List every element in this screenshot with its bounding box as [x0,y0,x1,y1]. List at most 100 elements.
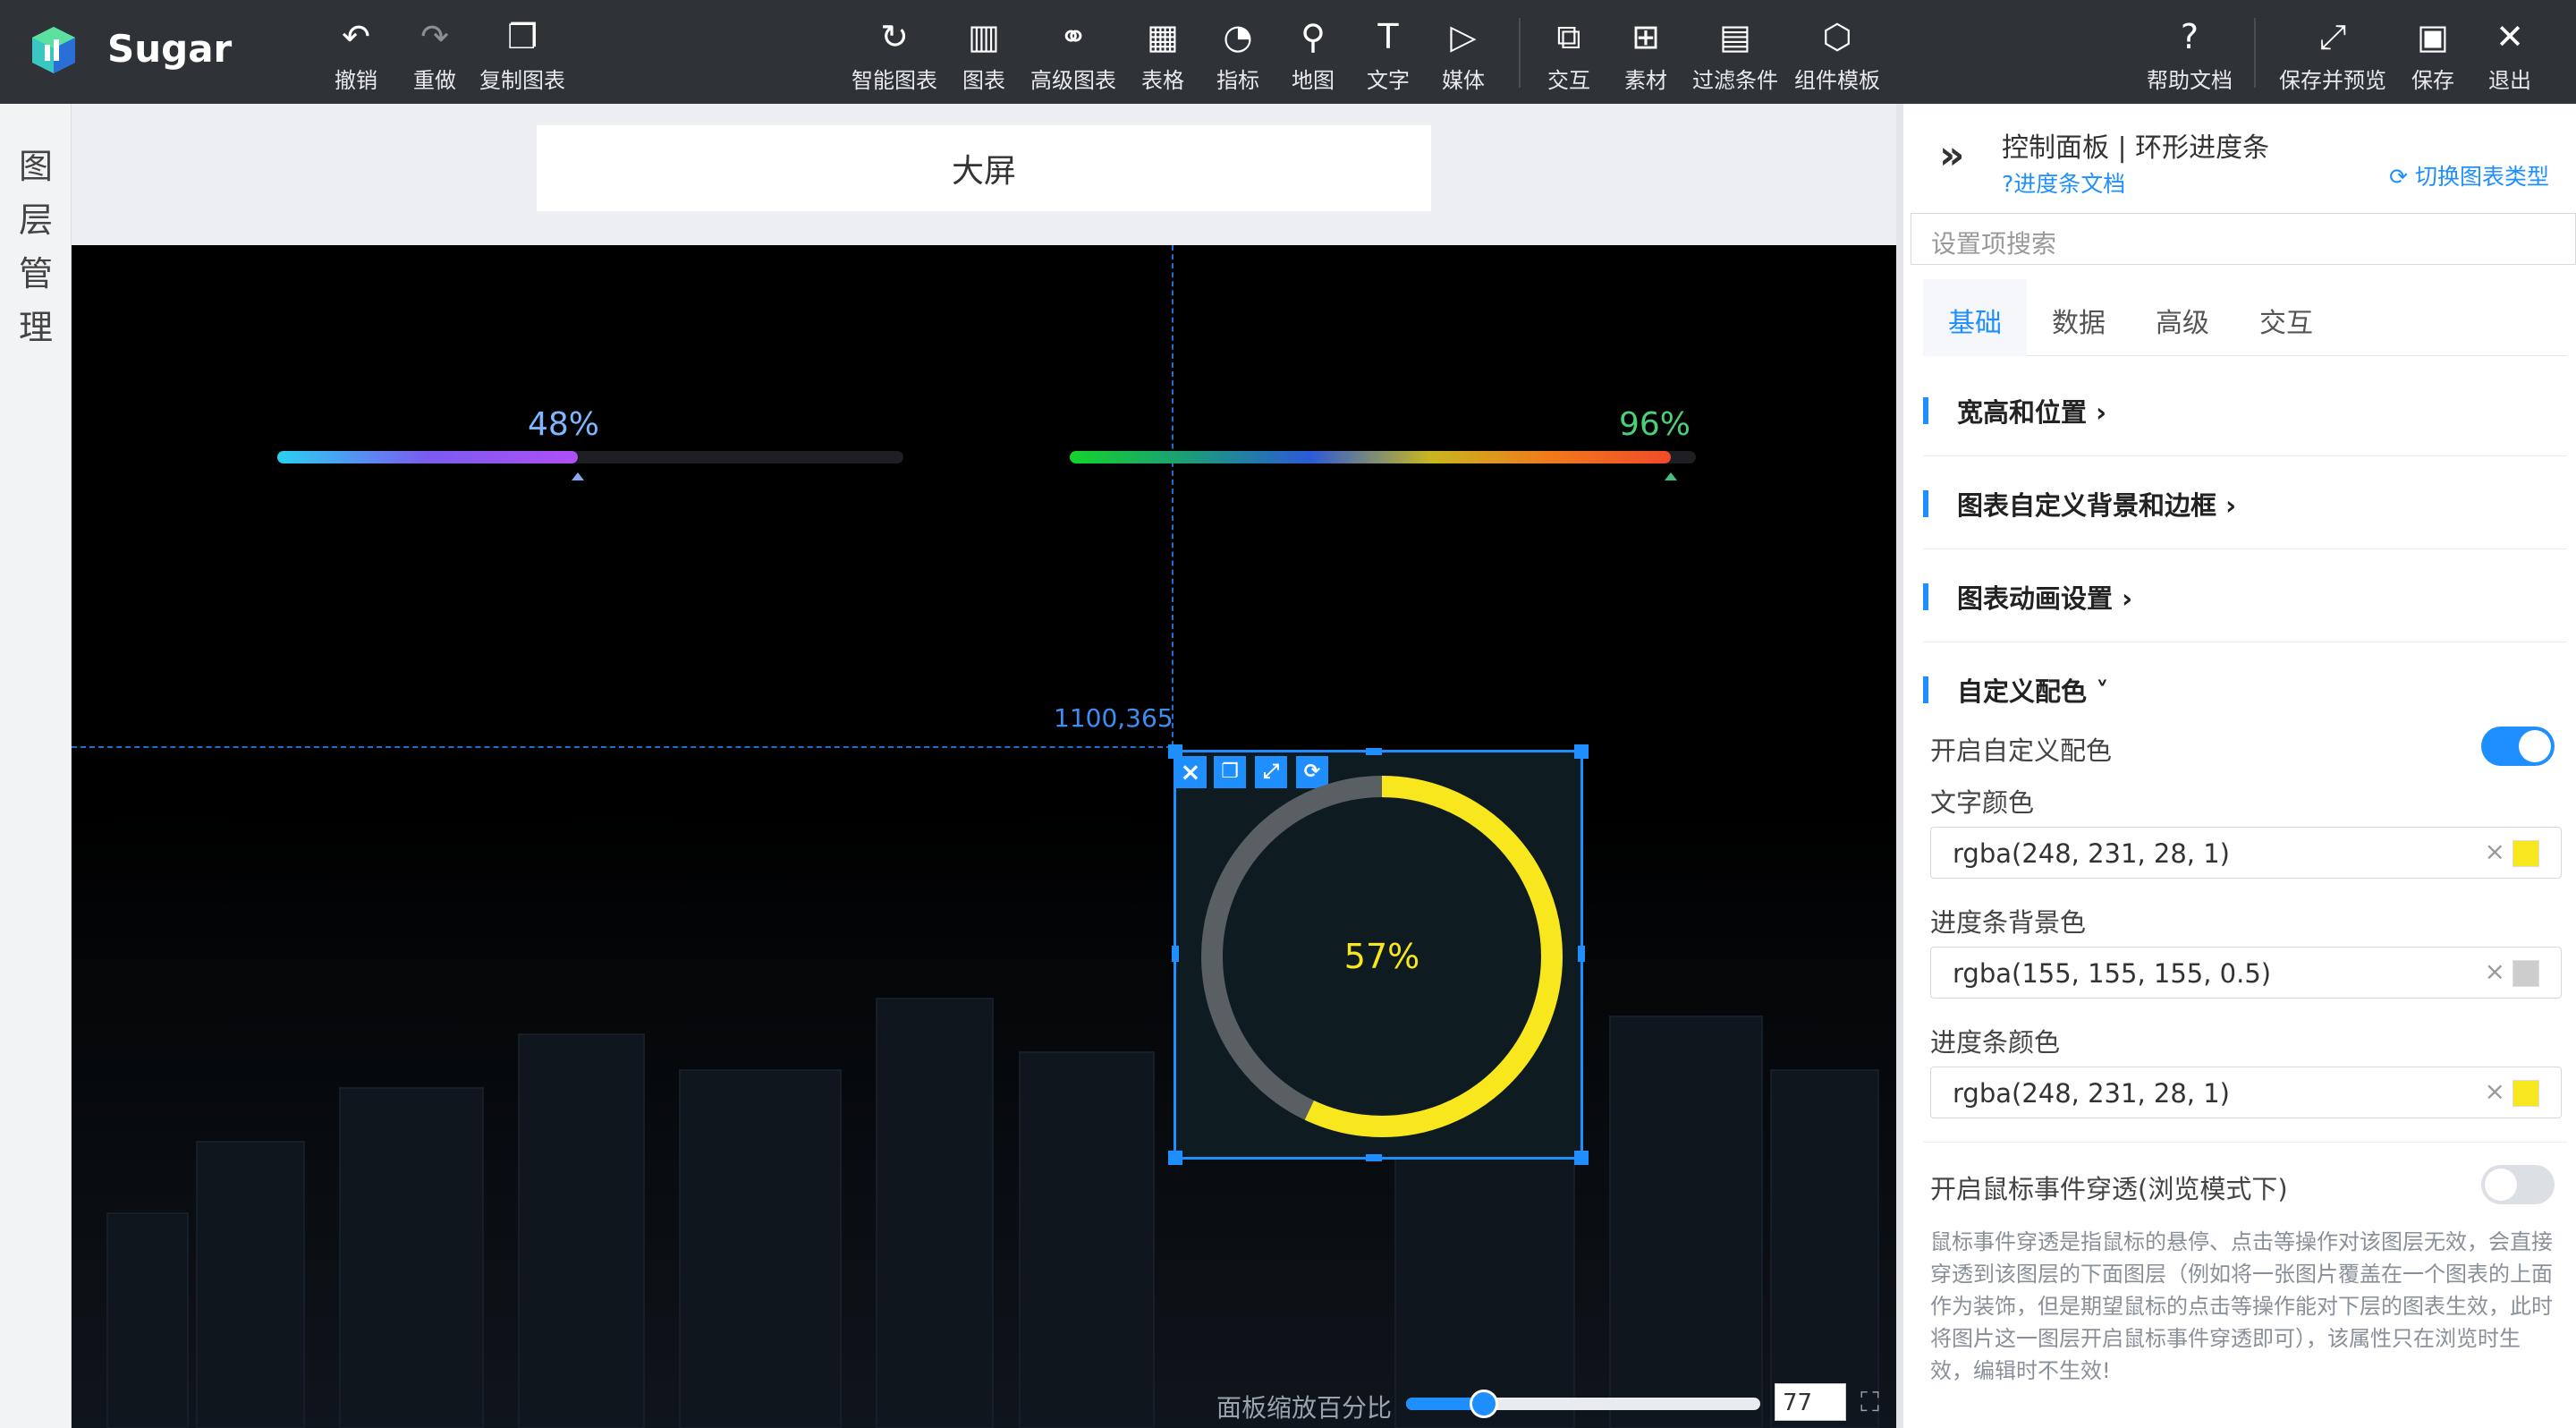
toolbar-divider [1519,18,1521,88]
undo-button[interactable]: ↶ 撤销 [335,14,377,94]
bar-chart-icon: ▥ [968,17,1000,56]
mouse-through-toggle[interactable] [2481,1165,2555,1204]
text-button[interactable]: T 文字 [1367,14,1410,94]
bar-bg-color-input[interactable]: rgba(155, 155, 155, 0.5) × [1930,947,2562,999]
city-background-image [72,802,1896,1428]
zoom-slider-knob[interactable] [1470,1390,1499,1418]
table-button[interactable]: ▦ 表格 [1141,14,1184,94]
color-swatch[interactable] [2512,960,2539,987]
resize-handle[interactable] [1366,748,1382,755]
text-color-input[interactable]: rgba(248, 231, 28, 1) × [1930,827,2562,879]
tab-interaction[interactable]: 交互 [2234,279,2338,356]
clear-icon[interactable]: × [2485,956,2505,986]
layer-management-label: 图层管理 [18,147,53,347]
interaction-button[interactable]: ⧉ 交互 [1547,14,1590,94]
copy-chart-label: 复制图表 [479,68,565,93]
switch-chart-type-link[interactable]: ⟳ 切换图表类型 [2389,159,2549,191]
component-template-button[interactable]: ⬡ 组件模板 [1794,14,1880,94]
save-button[interactable]: ▣ 保存 [2411,14,2454,94]
advanced-chart-button[interactable]: ⚭ 高级图表 [1030,14,1116,94]
progress-bar-1-label: 48% [528,406,600,443]
advanced-chart-icon: ⚭ [1059,17,1088,56]
section-animation[interactable]: 图表动画设置 › [1923,549,2567,642]
resize-handle[interactable] [1574,1151,1589,1165]
clear-icon[interactable]: × [2485,1076,2505,1106]
copy-icon: ❐ [506,17,538,56]
redo-button[interactable]: ↷ 重做 [413,14,456,94]
resize-handle[interactable] [1574,744,1589,759]
toggle-knob [2519,730,2551,762]
exit-button[interactable]: ✕ 退出 [2488,14,2531,94]
collapse-panel-icon[interactable]: » [1939,132,1964,178]
zoom-label: 面板缩放百分比 [1216,1393,1393,1423]
chart-button[interactable]: ▥ 图表 [962,14,1005,94]
progress-bar-1-fill [277,451,578,463]
mouse-through-label: 开启鼠标事件穿透(浏览模式下) [1930,1174,2288,1204]
copy-chart-button[interactable]: ❐ 复制图表 [479,14,565,94]
settings-search-input[interactable]: 设置项搜索 [1911,213,2576,265]
text-color-label: 文字颜色 [1930,787,2035,818]
dashboard-canvas[interactable]: 1100,365 48% 96% × ❐ ⤢ ⟳ 57% [72,245,1896,1428]
save-label: 保存 [2411,68,2454,93]
section-background-border[interactable]: 图表自定义背景和边框 › [1923,456,2567,549]
help-doc-button[interactable]: ? 帮助文档 [2147,14,2233,94]
editor-stage: 大屏 1100,365 48% 96% × ❐ ⤢ ⟳ 57% 面板缩放百分比 … [72,104,1896,1428]
progress-bar-1[interactable] [277,451,903,463]
section-custom-colors[interactable]: 自定义配色 ˅ [1923,642,2567,735]
smart-chart-button[interactable]: ↻ 智能图表 [852,14,937,94]
vertical-guide-line [1172,245,1174,746]
mouse-through-description: 鼠标事件穿透是指鼠标的悬停、点击等操作对该图层无效，会直接穿透到该图层的下面图层… [1930,1229,2553,1383]
color-swatch[interactable] [2512,1080,2539,1107]
section-title: 图表动画设置 › [1957,583,2133,614]
bar-color-input[interactable]: rgba(248, 231, 28, 1) × [1930,1067,2562,1118]
gauge-icon: ◔ [1223,17,1253,56]
coordinate-readout: 1100,365 [1054,703,1174,733]
resize-handle[interactable] [1366,1154,1382,1161]
map-label: 地图 [1292,68,1335,93]
filter-button[interactable]: ▤ 过滤条件 [1692,14,1778,94]
progress-bar-2[interactable] [1070,451,1696,463]
section-marker [1923,583,1928,610]
toolbar-divider [2254,18,2256,88]
bar-bg-color-value: rgba(155, 155, 155, 0.5) [1953,958,2272,989]
tab-advanced[interactable]: 高级 [2131,279,2234,356]
redo-icon: ↷ [420,17,449,56]
tab-data[interactable]: 数据 [2027,279,2131,356]
interaction-icon: ⧉ [1556,17,1581,56]
layer-management-rail[interactable]: 图层管理 [0,104,72,1428]
tab-basic[interactable]: 基础 [1923,279,2027,356]
indicator-label: 指标 [1216,68,1259,93]
ring-progress-widget[interactable]: × ❐ ⤢ ⟳ 57% [1168,744,1589,1165]
clear-icon[interactable]: × [2485,837,2505,866]
map-button[interactable]: ⚲ 地图 [1292,14,1335,94]
cube-icon: ⬡ [1822,17,1852,56]
media-button[interactable]: ▷ 媒体 [1442,14,1485,94]
fullscreen-icon[interactable]: ⛶ [1860,1387,1879,1418]
resize-handle[interactable] [1168,744,1182,759]
table-label: 表格 [1141,68,1184,93]
chart-label: 图表 [962,68,1005,93]
toggle-knob [2485,1169,2517,1201]
material-button[interactable]: ⊞ 素材 [1624,14,1667,94]
zoom-slider[interactable] [1406,1390,1760,1418]
dashboard-title[interactable]: 大屏 [537,125,1431,211]
resize-handle[interactable] [1578,946,1585,962]
resize-handle[interactable] [1172,946,1179,962]
advanced-chart-label: 高级图表 [1030,68,1116,93]
section-size-position[interactable]: 宽高和位置 › [1923,363,2567,456]
map-pin-icon: ⚲ [1301,17,1326,56]
section-title: 自定义配色 ˅ [1957,676,2109,707]
custom-color-toggle[interactable] [2481,727,2555,766]
control-panel: » 控制面板 | 环形进度条 ?进度条文档 ⟳ 切换图表类型 设置项搜索 基础 … [1896,104,2576,1428]
progress-doc-link[interactable]: ?进度条文档 [2002,166,2125,199]
section-title: 宽高和位置 › [1957,397,2107,428]
resize-handle[interactable] [1168,1151,1182,1165]
table-icon: ▦ [1147,17,1179,56]
save-preview-button[interactable]: ⤢ 保存并预览 [2279,14,2386,94]
indicator-button[interactable]: ◔ 指标 [1216,14,1259,94]
custom-color-toggle-label: 开启自定义配色 [1930,735,2113,766]
top-toolbar: Sugar ↶ 撤销 ↷ 重做 ❐ 复制图表 ↻ 智能图表 ▥ 图表 ⚭ 高级图… [0,0,2576,104]
color-swatch[interactable] [2512,840,2539,867]
horizontal-guide-line [72,746,1172,748]
zoom-value-input[interactable]: 77 [1775,1383,1846,1421]
